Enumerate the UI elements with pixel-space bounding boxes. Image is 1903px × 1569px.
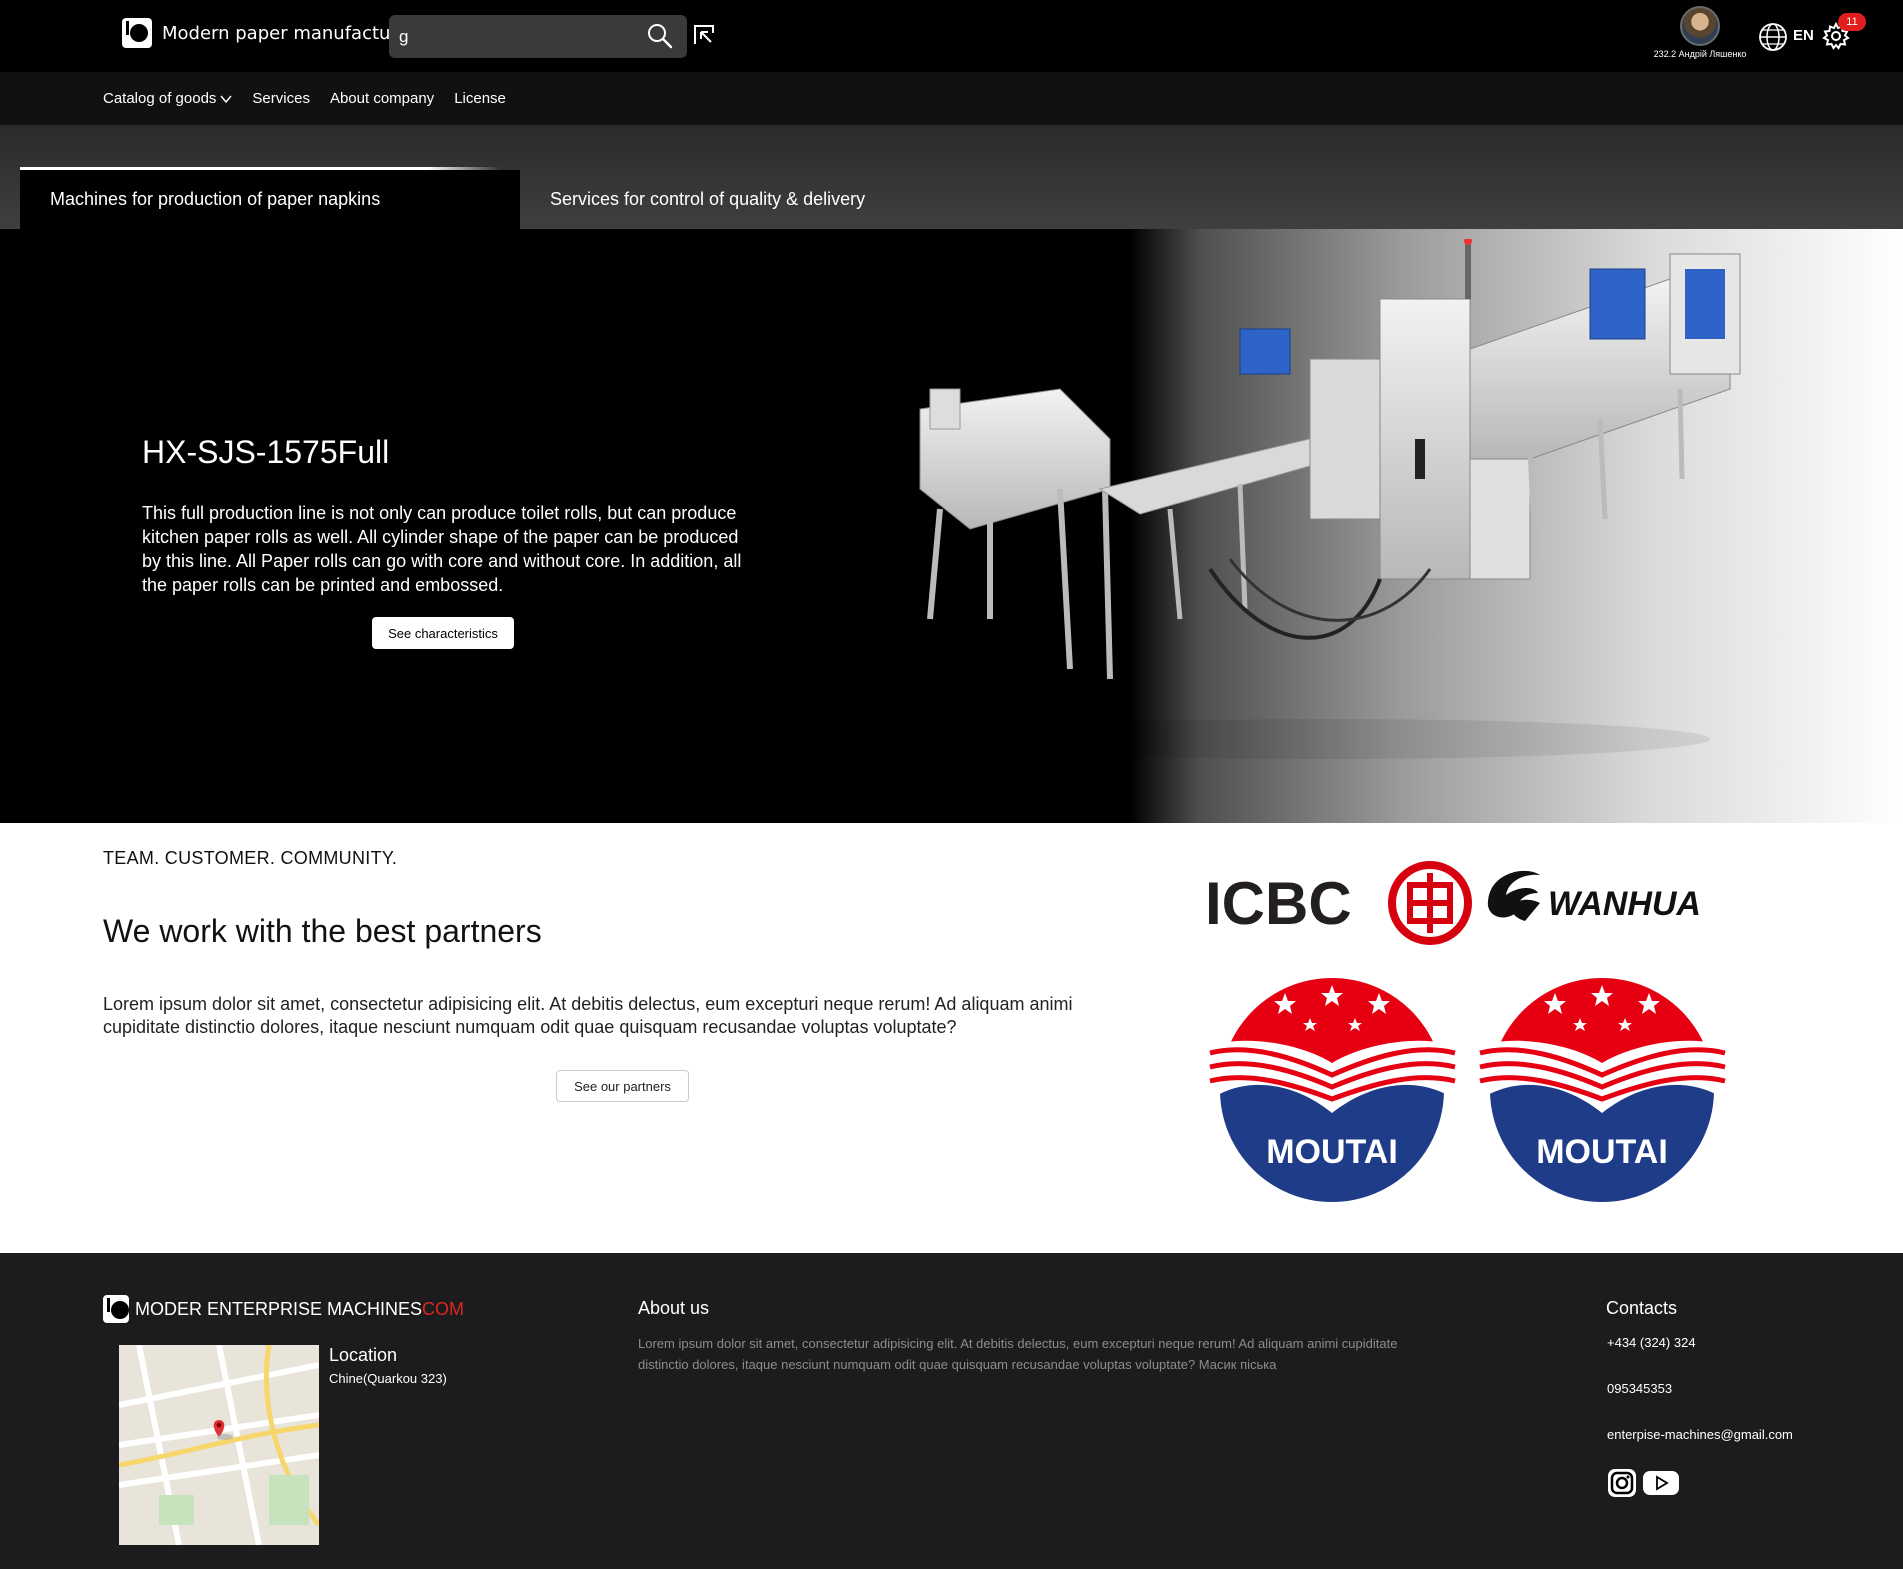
location-text: Chine(Quarkou 323) [329, 1371, 447, 1386]
footer: MODER ENTERPRISE MACHINES COM Location C… [0, 1253, 1903, 1569]
brand-logo [122, 18, 152, 48]
search-box [389, 15, 687, 58]
svg-text:MOUTAI: MOUTAI [1536, 1133, 1668, 1171]
hero-description: This full production line is not only ca… [142, 503, 742, 595]
about-title: About us [638, 1298, 710, 1318]
main-nav: Catalog of goods Services About company … [0, 72, 1903, 125]
page: Modern paper manufacture 232.2 Андрій Ля… [0, 0, 1903, 1569]
moutai-logo[interactable]: MOUTAI [1205, 963, 1460, 1218]
nav-catalog[interactable]: Catalog of goods [103, 90, 232, 107]
footer-brand-logo [103, 1295, 129, 1323]
partners-kicker: TEAM. CUSTOMER. COMMUNITY. [103, 848, 398, 868]
top-bar: Modern paper manufacture 232.2 Андрій Ля… [0, 0, 1903, 72]
chevron-down-icon [220, 95, 232, 103]
svg-text:ICBC: ICBC [1205, 870, 1352, 937]
contacts-title: Contacts [1606, 1298, 1678, 1318]
location-title: Location [329, 1345, 398, 1365]
contact-phone-2[interactable]: 095345353 [1607, 1381, 1672, 1396]
select-cursor-icon[interactable] [693, 24, 715, 46]
footer-brand-accent: COM [422, 1298, 465, 1319]
icbc-logo[interactable]: ICBC [1205, 858, 1475, 948]
location-map[interactable] [119, 1345, 319, 1545]
hero-banner: HX-SJS-1575Full This full production lin… [0, 229, 1903, 823]
production-line-image [919, 239, 1741, 759]
brand-name: Modern paper manufacture [162, 22, 409, 44]
hero-tabs: Machines for production of paper napkins… [0, 125, 1903, 229]
partners-description: Lorem ipsum dolor sit amet, consectetur … [103, 994, 1073, 1037]
tab-machines[interactable]: Machines for production of paper napkins [20, 167, 520, 229]
partners-section: TEAM. CUSTOMER. COMMUNITY. We work with … [0, 823, 1903, 1253]
user-profile[interactable]: 232.2 Андрій Ляшенко [1640, 6, 1760, 59]
youtube-icon[interactable] [1642, 1470, 1680, 1496]
hero-title: HX-SJS-1575Full [142, 434, 390, 470]
about-text: Lorem ipsum dolor sit amet, consectetur … [638, 1336, 1398, 1372]
contact-phone-1[interactable]: +434 (324) 324 [1607, 1335, 1696, 1350]
nav-catalog-label: Catalog of goods [103, 90, 217, 107]
brand[interactable]: Modern paper manufacture [122, 18, 409, 48]
search-input[interactable] [399, 25, 629, 49]
user-name: 232.2 Андрій Ляшенко [1653, 49, 1747, 59]
language-selector[interactable]: EN [1793, 27, 1814, 44]
tab-services[interactable]: Services for control of quality & delive… [550, 170, 865, 229]
search-icon[interactable] [647, 23, 673, 49]
svg-text:WANHUA: WANHUA [1548, 885, 1701, 923]
notification-badge[interactable]: 11 [1838, 13, 1866, 31]
partners-title: We work with the best partners [103, 913, 542, 949]
svg-text:MOUTAI: MOUTAI [1266, 1133, 1398, 1171]
wanhua-logo[interactable]: WANHUA [1480, 863, 1735, 933]
nav-license[interactable]: License [454, 90, 506, 107]
moutai-logo[interactable]: MOUTAI [1475, 963, 1730, 1218]
globe-icon[interactable] [1758, 22, 1788, 52]
footer-brand[interactable]: MODER ENTERPRISE MACHINES COM [103, 1295, 464, 1323]
nav-about-company[interactable]: About company [330, 90, 434, 107]
contact-email[interactable]: enterpise-machines@gmail.com [1607, 1427, 1793, 1442]
instagram-icon[interactable] [1607, 1468, 1637, 1498]
footer-brand-name: MODER ENTERPRISE MACHINES [135, 1298, 423, 1319]
see-our-partners-button[interactable]: See our partners [556, 1070, 689, 1102]
see-characteristics-button[interactable]: See characteristics [372, 617, 514, 649]
avatar[interactable] [1680, 6, 1720, 46]
nav-services[interactable]: Services [252, 90, 310, 107]
